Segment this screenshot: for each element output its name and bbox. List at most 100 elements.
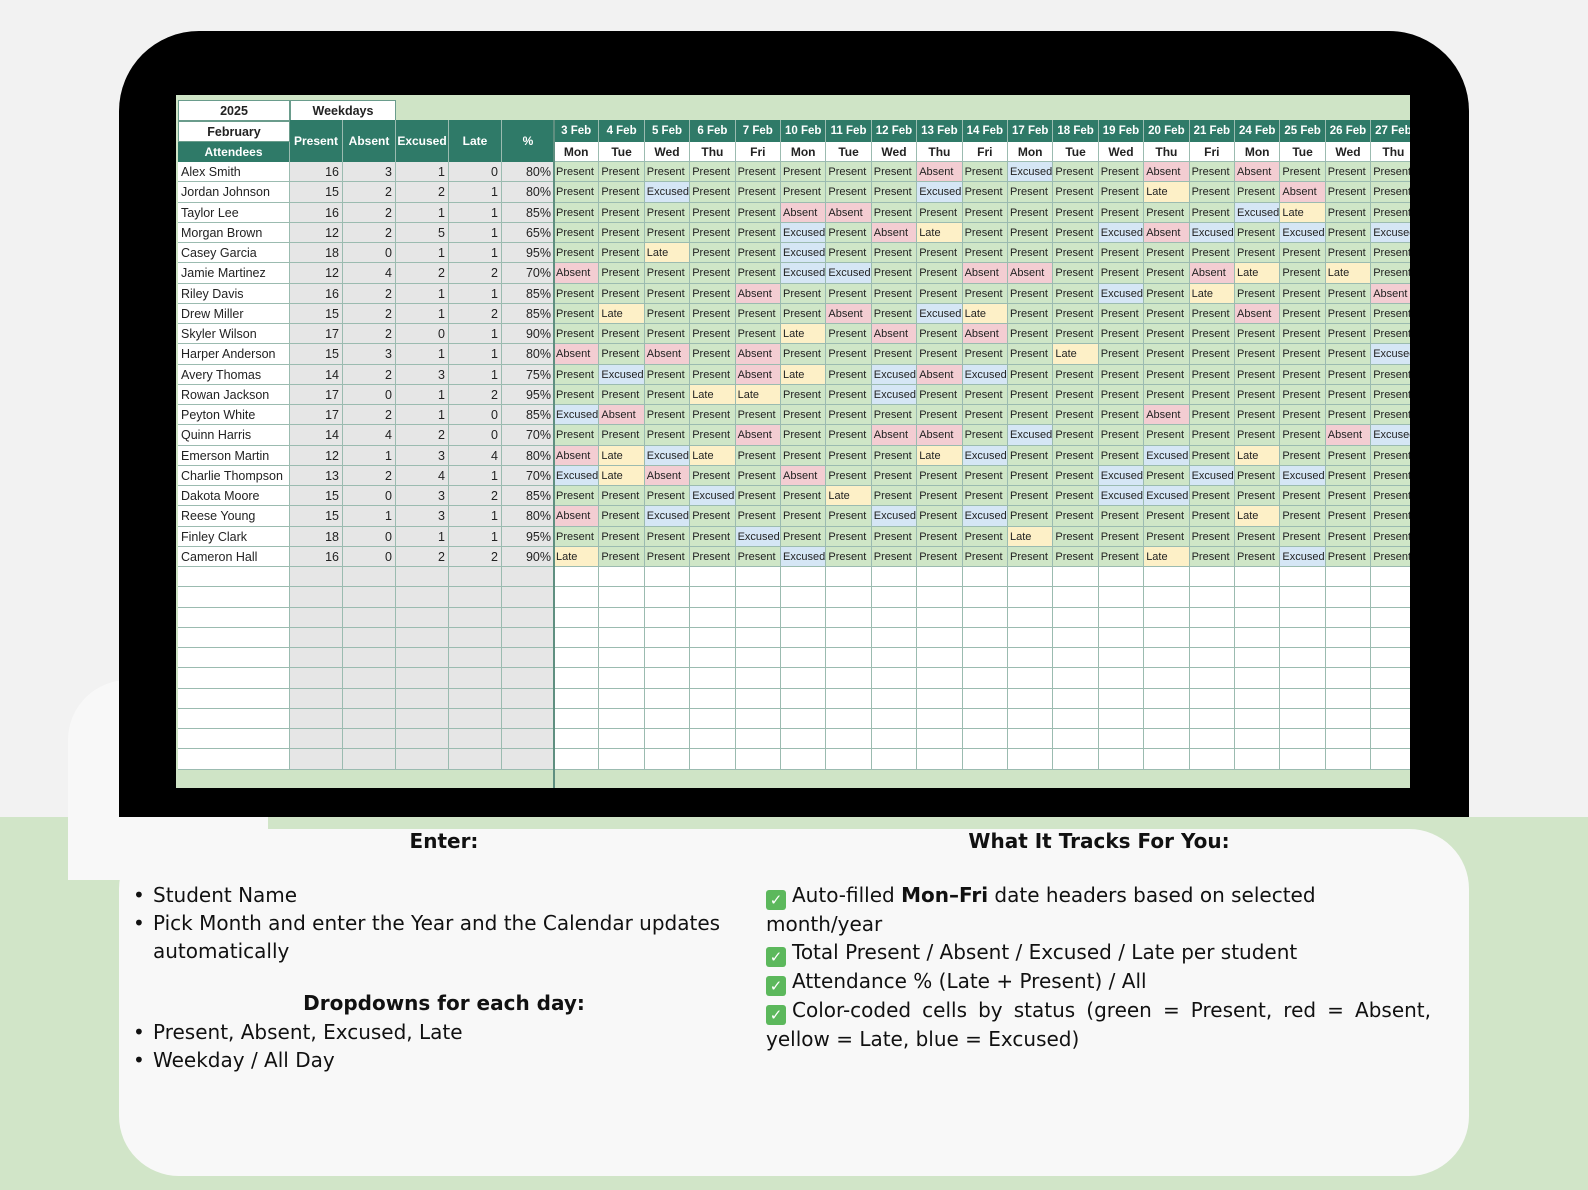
attendance-dropdown-cell[interactable]: Late: [917, 222, 963, 243]
attendance-dropdown-cell[interactable]: [1371, 688, 1410, 709]
attendance-dropdown-cell[interactable]: [735, 587, 781, 608]
student-name-cell[interactable]: Taylor Lee: [178, 202, 290, 223]
attendance-dropdown-cell[interactable]: [599, 648, 645, 669]
attendance-dropdown-cell[interactable]: Present: [1144, 465, 1190, 486]
attendance-dropdown-cell[interactable]: [917, 567, 963, 588]
attendance-dropdown-cell[interactable]: Present: [871, 445, 918, 466]
attendance-dropdown-cell[interactable]: Present: [1053, 384, 1099, 405]
attendance-dropdown-cell[interactable]: [735, 708, 781, 729]
attendance-dropdown-cell[interactable]: Present: [1098, 405, 1145, 426]
attendance-dropdown-cell[interactable]: Present: [690, 324, 736, 345]
attendance-dropdown-cell[interactable]: [690, 648, 736, 669]
attendance-dropdown-cell[interactable]: Present: [871, 303, 918, 324]
attendance-dropdown-cell[interactable]: Excused: [781, 222, 827, 243]
attendance-dropdown-cell[interactable]: [1053, 668, 1099, 689]
attendance-dropdown-cell[interactable]: Present: [1371, 162, 1410, 183]
attendance-dropdown-cell[interactable]: [599, 607, 645, 628]
attendance-dropdown-cell[interactable]: [1371, 729, 1410, 750]
attendance-dropdown-cell[interactable]: Present: [962, 222, 1008, 243]
attendance-dropdown-cell[interactable]: Present: [1189, 162, 1235, 183]
student-name-cell[interactable]: [178, 607, 290, 628]
attendance-dropdown-cell[interactable]: [781, 648, 827, 669]
attendance-dropdown-cell[interactable]: Present: [1144, 263, 1190, 284]
attendance-dropdown-cell[interactable]: [1371, 668, 1410, 689]
attendance-dropdown-cell[interactable]: Excused: [1189, 222, 1235, 243]
attendance-dropdown-cell[interactable]: [690, 607, 736, 628]
attendance-dropdown-cell[interactable]: Present: [1053, 263, 1099, 284]
attendance-dropdown-cell[interactable]: Present: [735, 486, 781, 507]
student-name-cell[interactable]: Emerson Martin: [178, 445, 290, 466]
attendance-dropdown-cell[interactable]: [1008, 567, 1054, 588]
attendance-dropdown-cell[interactable]: [1189, 627, 1235, 648]
attendance-dropdown-cell[interactable]: Late: [1053, 344, 1099, 365]
attendance-dropdown-cell[interactable]: Present: [1008, 283, 1054, 304]
attendance-dropdown-cell[interactable]: [1053, 587, 1099, 608]
attendance-dropdown-cell[interactable]: Late: [735, 384, 781, 405]
attendance-dropdown-cell[interactable]: Present: [1325, 506, 1372, 527]
attendance-dropdown-cell[interactable]: Present: [1053, 283, 1099, 304]
attendance-dropdown-cell[interactable]: [554, 587, 600, 608]
attendance-dropdown-cell[interactable]: Present: [690, 283, 736, 304]
attendance-dropdown-cell[interactable]: [554, 749, 600, 770]
attendance-dropdown-cell[interactable]: Present: [1235, 405, 1281, 426]
attendance-dropdown-cell[interactable]: Present: [1189, 303, 1235, 324]
attendance-dropdown-cell[interactable]: Present: [1371, 202, 1410, 223]
attendance-dropdown-cell[interactable]: Present: [826, 344, 872, 365]
attendance-dropdown-cell[interactable]: Absent: [1008, 263, 1054, 284]
attendance-dropdown-cell[interactable]: Present: [1144, 425, 1190, 446]
attendance-dropdown-cell[interactable]: Present: [1189, 324, 1235, 345]
attendance-dropdown-cell[interactable]: [1325, 668, 1372, 689]
attendance-dropdown-cell[interactable]: [962, 729, 1008, 750]
attendance-dropdown-cell[interactable]: Present: [826, 384, 872, 405]
attendance-dropdown-cell[interactable]: [1008, 587, 1054, 608]
attendance-dropdown-cell[interactable]: Present: [1144, 506, 1190, 527]
attendance-dropdown-cell[interactable]: [1098, 627, 1145, 648]
attendance-dropdown-cell[interactable]: Present: [962, 384, 1008, 405]
attendance-dropdown-cell[interactable]: [644, 749, 691, 770]
attendance-dropdown-cell[interactable]: [690, 749, 736, 770]
attendance-dropdown-cell[interactable]: Present: [871, 263, 918, 284]
attendance-dropdown-cell[interactable]: Present: [644, 202, 691, 223]
attendance-dropdown-cell[interactable]: Absent: [1235, 162, 1281, 183]
attendance-dropdown-cell[interactable]: [871, 587, 918, 608]
attendance-dropdown-cell[interactable]: [1008, 729, 1054, 750]
attendance-dropdown-cell[interactable]: [871, 708, 918, 729]
attendance-dropdown-cell[interactable]: Present: [1098, 263, 1145, 284]
attendance-dropdown-cell[interactable]: Present: [1098, 384, 1145, 405]
attendance-dropdown-cell[interactable]: Present: [1280, 263, 1326, 284]
student-name-cell[interactable]: [178, 749, 290, 770]
attendance-dropdown-cell[interactable]: Present: [1371, 506, 1410, 527]
attendance-dropdown-cell[interactable]: [1144, 627, 1190, 648]
attendance-dropdown-cell[interactable]: [1235, 648, 1281, 669]
attendance-dropdown-cell[interactable]: [871, 749, 918, 770]
student-name-cell[interactable]: Dakota Moore: [178, 486, 290, 507]
attendance-dropdown-cell[interactable]: [781, 668, 827, 689]
attendance-dropdown-cell[interactable]: Present: [1371, 486, 1410, 507]
attendance-dropdown-cell[interactable]: Absent: [644, 465, 691, 486]
attendance-dropdown-cell[interactable]: Excused: [554, 405, 600, 426]
attendance-dropdown-cell[interactable]: [1280, 749, 1326, 770]
attendance-dropdown-cell[interactable]: Absent: [917, 425, 963, 446]
attendance-dropdown-cell[interactable]: Present: [1325, 182, 1372, 203]
attendance-dropdown-cell[interactable]: Present: [917, 465, 963, 486]
attendance-dropdown-cell[interactable]: [781, 729, 827, 750]
attendance-dropdown-cell[interactable]: Present: [781, 506, 827, 527]
attendance-dropdown-cell[interactable]: Present: [735, 222, 781, 243]
attendance-dropdown-cell[interactable]: Excused: [1371, 344, 1410, 365]
attendance-dropdown-cell[interactable]: Present: [871, 202, 918, 223]
student-name-cell[interactable]: [178, 627, 290, 648]
attendance-dropdown-cell[interactable]: Excused: [962, 445, 1008, 466]
attendance-dropdown-cell[interactable]: Present: [1280, 384, 1326, 405]
attendance-dropdown-cell[interactable]: Present: [1144, 324, 1190, 345]
attendance-dropdown-cell[interactable]: Present: [1053, 202, 1099, 223]
attendance-dropdown-cell[interactable]: [1053, 729, 1099, 750]
attendance-dropdown-cell[interactable]: Present: [1325, 486, 1372, 507]
attendance-dropdown-cell[interactable]: [781, 688, 827, 709]
attendance-dropdown-cell[interactable]: Present: [690, 405, 736, 426]
attendance-dropdown-cell[interactable]: Present: [644, 405, 691, 426]
attendance-dropdown-cell[interactable]: Absent: [871, 425, 918, 446]
attendance-dropdown-cell[interactable]: Late: [1008, 526, 1054, 547]
attendance-dropdown-cell[interactable]: [871, 688, 918, 709]
attendance-dropdown-cell[interactable]: [554, 729, 600, 750]
attendance-dropdown-cell[interactable]: Excused: [962, 364, 1008, 385]
